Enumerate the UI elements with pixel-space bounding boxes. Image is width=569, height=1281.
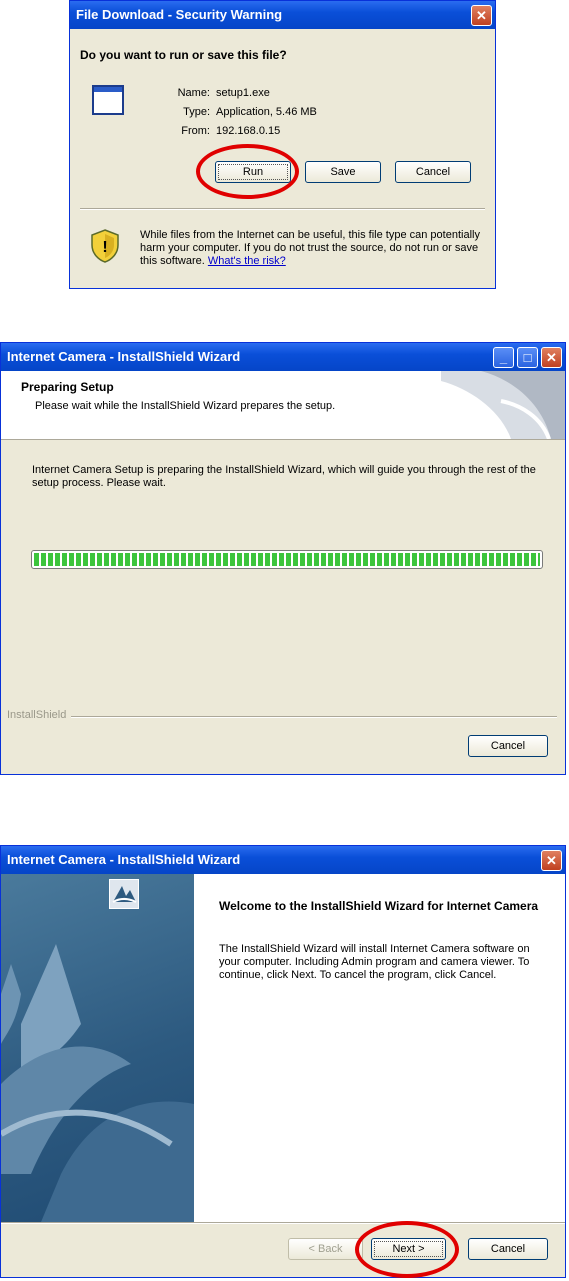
minimize-button[interactable]: _	[493, 347, 514, 368]
installshield-swoosh-icon	[441, 371, 565, 439]
security-warning-dialog: File Download - Security Warning ✕ Do yo…	[69, 0, 496, 289]
back-button[interactable]: < Back	[288, 1238, 363, 1260]
application-icon	[92, 85, 124, 115]
preparing-setup-dialog: Internet Camera - InstallShield Wizard _…	[0, 342, 566, 775]
warning-text: While files from the Internet can be use…	[140, 229, 480, 267]
name-value: setup1.exe	[216, 87, 270, 99]
cancel-button[interactable]: Cancel	[395, 161, 471, 183]
wizard-banner-image	[1, 874, 194, 1222]
wizard-header: Preparing Setup Please wait while the In…	[1, 371, 565, 440]
close-icon: ✕	[546, 853, 557, 868]
close-icon: ✕	[546, 350, 557, 365]
name-label: Name:	[177, 87, 210, 99]
cancel-button[interactable]: Cancel	[468, 735, 548, 757]
welcome-text: The InstallShield Wizard will install In…	[219, 943, 530, 981]
welcome-heading: Welcome to the InstallShield Wizard for …	[219, 899, 539, 913]
dialog-title: Internet Camera - InstallShield Wizard	[7, 852, 241, 867]
header-subtitle: Please wait while the InstallShield Wiza…	[35, 400, 336, 412]
dialog-title: File Download - Security Warning	[76, 7, 283, 22]
minimize-icon: _	[499, 350, 508, 365]
close-button[interactable]: ✕	[541, 850, 562, 871]
warning-message: While files from the Internet can be use…	[140, 229, 485, 268]
maximize-icon: □	[523, 350, 532, 365]
next-highlight-ring	[355, 1221, 459, 1278]
welcome-dialog: Internet Camera - InstallShield Wizard ✕…	[0, 845, 566, 1278]
divider	[71, 716, 557, 718]
save-button[interactable]: Save	[305, 161, 381, 183]
header-title: Preparing Setup	[21, 380, 114, 394]
divider	[1, 1222, 565, 1224]
run-highlight-ring	[196, 144, 299, 199]
close-button[interactable]: ✕	[541, 347, 562, 368]
run-save-question: Do you want to run or save this file?	[80, 48, 287, 62]
dialog-title-bar[interactable]: Internet Camera - InstallShield Wizard _…	[1, 343, 565, 371]
svg-text:!: !	[102, 239, 107, 256]
cancel-button-label: Cancel	[415, 166, 451, 178]
body-text: Internet Camera Setup is preparing the I…	[32, 464, 536, 489]
dialog-title-bar[interactable]: Internet Camera - InstallShield Wizard ✕	[1, 846, 565, 874]
divider	[80, 208, 485, 210]
cancel-button-label: Cancel	[490, 740, 526, 752]
welcome-panel	[194, 874, 565, 1222]
banner-artwork	[1, 944, 194, 1222]
type-value: Application, 5.46 MB	[216, 106, 317, 118]
from-label: From:	[181, 125, 210, 137]
dialog-title-bar[interactable]: File Download - Security Warning ✕	[70, 1, 495, 29]
maximize-button[interactable]: □	[517, 347, 538, 368]
installshield-logo-icon	[109, 879, 139, 909]
cancel-button-label: Cancel	[490, 1243, 526, 1255]
close-icon: ✕	[476, 8, 487, 23]
progress-fill	[34, 553, 540, 566]
from-value: 192.168.0.15	[216, 125, 281, 137]
security-shield-icon: !	[91, 229, 119, 263]
type-label: Type:	[183, 106, 210, 118]
save-button-label: Save	[330, 166, 356, 178]
dialog-title: Internet Camera - InstallShield Wizard	[7, 349, 241, 364]
progress-bar	[31, 550, 543, 569]
close-button[interactable]: ✕	[471, 5, 492, 26]
installshield-brand: InstallShield	[7, 709, 71, 721]
back-button-label: < Back	[308, 1243, 343, 1255]
cancel-button[interactable]: Cancel	[468, 1238, 548, 1260]
whats-the-risk-link[interactable]: What's the risk?	[208, 255, 286, 267]
